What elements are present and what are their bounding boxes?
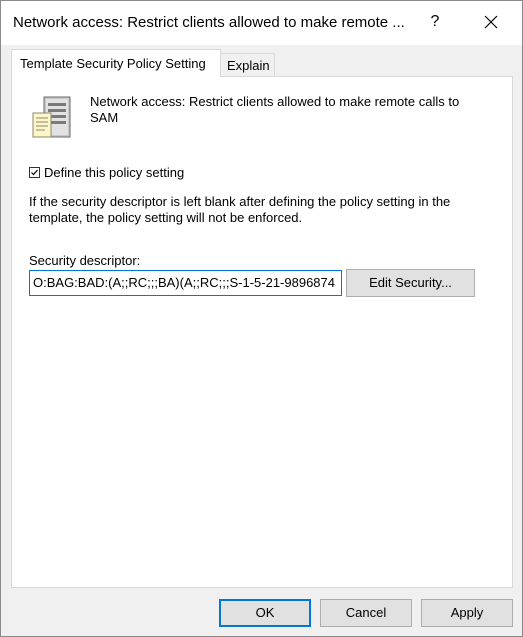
close-icon [484,15,498,29]
security-descriptor-label: Security descriptor: [29,253,141,268]
apply-button[interactable]: Apply [421,599,513,627]
security-descriptor-input[interactable]: O:BAG:BAD:(A;;RC;;;BA)(A;;RC;;;S-1-5-21-… [29,270,342,296]
tab-panel: Network access: Restrict clients allowed… [11,76,513,588]
title-bar: Network access: Restrict clients allowed… [1,1,522,45]
close-button[interactable] [471,7,511,37]
checkmark-icon [31,169,38,175]
help-button[interactable]: ? [419,7,451,37]
tab-explain[interactable]: Explain [220,53,275,78]
tab-template-security-policy-setting[interactable]: Template Security Policy Setting [11,49,221,77]
edit-security-button[interactable]: Edit Security... [346,269,475,297]
info-text: If the security descriptor is left blank… [29,194,451,225]
window-title: Network access: Restrict clients allowed… [13,14,405,31]
cancel-button[interactable]: Cancel [320,599,412,627]
define-policy-label: Define this policy setting [44,164,185,180]
policy-dialog: Network access: Restrict clients allowed… [0,0,523,637]
ok-button[interactable]: OK [219,599,311,627]
define-policy-checkbox[interactable] [29,166,40,178]
server-icon [32,96,71,138]
define-policy-checkbox-row[interactable]: Define this policy setting [29,164,184,180]
policy-name: Network access: Restrict clients allowed… [90,94,460,125]
